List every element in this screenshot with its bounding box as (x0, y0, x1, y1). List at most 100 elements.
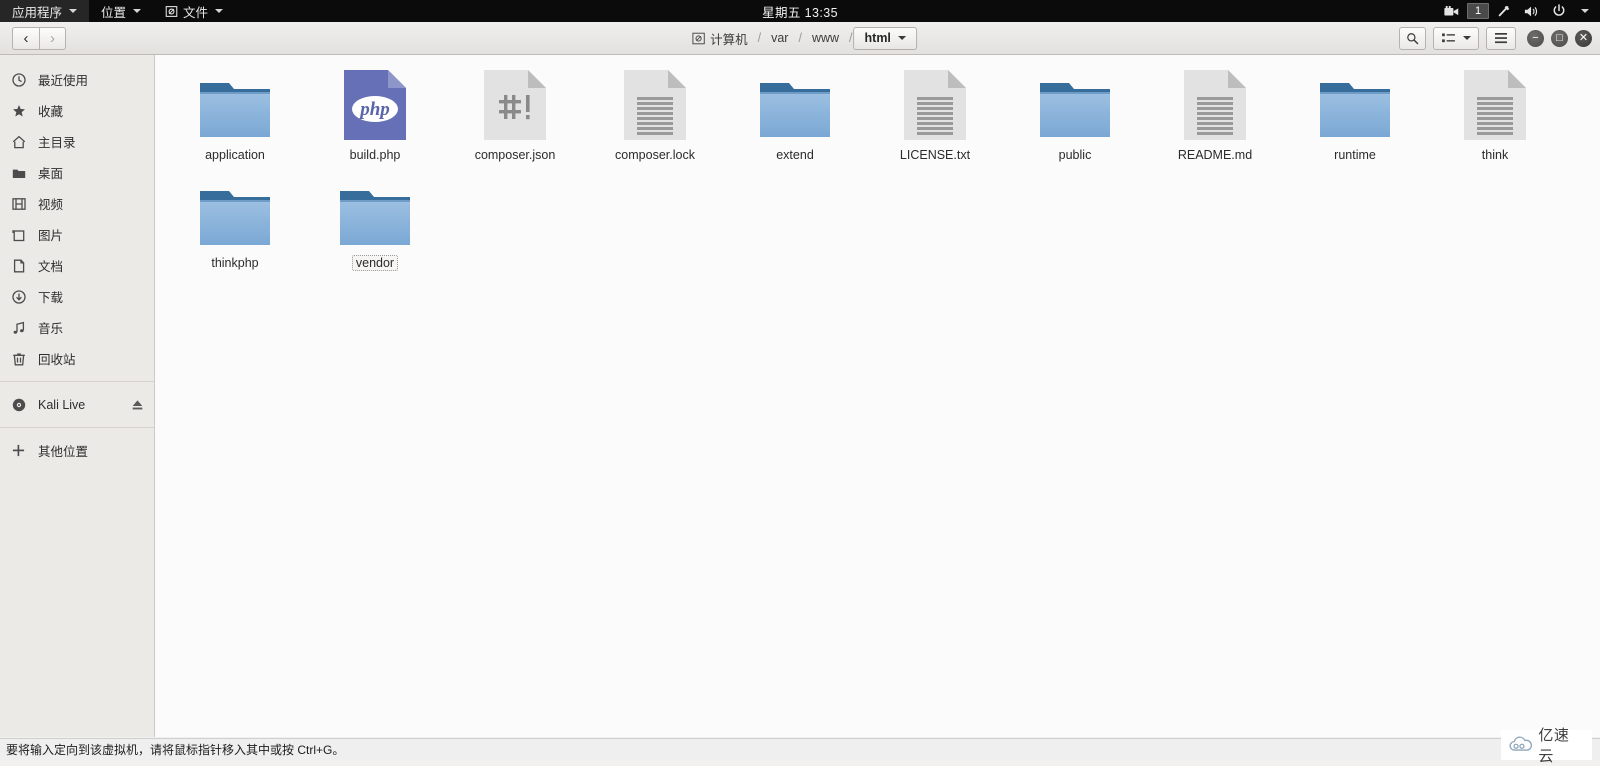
folder-icon (1040, 83, 1110, 137)
header-bar-actions: − □ ✕ (1399, 26, 1592, 50)
file-label: composer.lock (615, 148, 695, 162)
close-button[interactable]: ✕ (1575, 29, 1592, 47)
sidebar-item-downloads[interactable]: 下载 (0, 281, 154, 312)
file-item[interactable]: vendor (305, 169, 445, 277)
folder-icon (760, 83, 830, 137)
watermark: 亿速云 (1501, 727, 1592, 765)
video-camera-icon (1444, 5, 1459, 16)
list-view-icon (1441, 32, 1455, 42)
files-menu[interactable]: 文件 (153, 0, 235, 22)
sidebar-device-list: Kali Live (0, 389, 154, 420)
file-item[interactable]: README.md (1145, 61, 1285, 169)
screencast-button[interactable] (1439, 0, 1464, 22)
disc-icon (10, 398, 27, 412)
network-status-button[interactable] (1492, 0, 1516, 22)
file-item[interactable]: composer.json (445, 61, 585, 169)
sidebar-item-desktop[interactable]: 桌面 (0, 157, 154, 188)
file-item[interactable]: LICENSE.txt (865, 61, 1005, 169)
file-item[interactable]: php build.php (305, 61, 445, 169)
breadcrumb-label: html (864, 31, 891, 45)
file-icon (756, 69, 834, 141)
hamburger-menu-icon (1495, 33, 1507, 44)
sidebar-item-label: 桌面 (38, 167, 64, 181)
breadcrumb-item-var[interactable]: var (762, 27, 797, 50)
file-item[interactable]: public (1005, 61, 1145, 169)
chevron-down-icon (215, 9, 224, 13)
places-menu[interactable]: 位置 (89, 0, 153, 22)
search-icon (1407, 32, 1419, 44)
volume-icon (1524, 6, 1538, 16)
file-icon: php (342, 69, 408, 141)
back-chevron-icon: ‹ (23, 29, 29, 47)
sidebar-item-label: 文档 (38, 260, 64, 274)
workspace-indicator[interactable]: 1 (1467, 3, 1489, 19)
breadcrumb: 计算机 / var / www / html (683, 26, 917, 50)
file-manager-window: ‹ › 计算机 / var / www / html − □ ✕ 最近使用 收藏… (0, 22, 1600, 738)
file-icon (622, 69, 688, 141)
minimize-button[interactable]: − (1527, 29, 1544, 47)
maximize-button[interactable]: □ (1551, 29, 1568, 47)
sidebar-item-videos[interactable]: 视频 (0, 188, 154, 219)
files-menu-label: 文件 (183, 5, 209, 20)
power-icon (1553, 4, 1565, 16)
back-button[interactable]: ‹ (12, 26, 39, 50)
file-item[interactable]: runtime (1285, 61, 1425, 169)
view-mode-button[interactable] (1433, 26, 1479, 50)
file-item[interactable]: application (165, 61, 305, 169)
file-item[interactable]: think (1425, 61, 1565, 169)
sidebar-item-recent[interactable]: 最近使用 (0, 64, 154, 95)
vm-status-message: 要将输入定向到该虚拟机，请将鼠标指针移入其中或按 Ctrl+G。 (6, 743, 345, 757)
file-icon (902, 69, 968, 141)
star-icon (10, 104, 27, 118)
sidebar-item-starred[interactable]: 收藏 (0, 95, 154, 126)
download-icon (10, 289, 27, 304)
file-label: LICENSE.txt (899, 148, 971, 162)
breadcrumb-item-www[interactable]: www (803, 27, 848, 50)
volume-button[interactable] (1519, 0, 1544, 22)
breadcrumb-label: www (811, 31, 840, 45)
file-icon (196, 69, 274, 141)
cloud-icon (1509, 736, 1532, 751)
system-menu-button[interactable] (1574, 0, 1594, 22)
chevron-down-icon (69, 9, 78, 13)
file-label: think (1481, 148, 1509, 162)
sidebar-item-trash[interactable]: 回收站 (0, 343, 154, 374)
main-menu-button[interactable] (1486, 26, 1516, 50)
view-mode-group (1433, 26, 1479, 50)
file-item[interactable]: thinkphp (165, 169, 305, 277)
chevron-down-icon (1581, 9, 1589, 13)
file-icon (196, 177, 274, 249)
document-icon (10, 259, 27, 273)
breadcrumb-item-computer[interactable]: 计算机 (683, 27, 757, 50)
sidebar-item-label: 其他位置 (38, 445, 89, 459)
picture-icon (10, 228, 27, 242)
sidebar-item-documents[interactable]: 文档 (0, 250, 154, 281)
sidebar-item-home[interactable]: 主目录 (0, 126, 154, 157)
file-item[interactable]: composer.lock (585, 61, 725, 169)
eject-icon[interactable] (131, 399, 144, 411)
applications-menu[interactable]: 应用程序 (0, 0, 90, 22)
file-item[interactable]: extend (725, 61, 865, 169)
chevron-down-icon (1462, 36, 1471, 40)
places-sidebar: 最近使用 收藏 主目录 桌面 视频 图片 文档 下载 音乐 回收站 Kali L… (0, 55, 155, 737)
window-body: 最近使用 收藏 主目录 桌面 视频 图片 文档 下载 音乐 回收站 Kali L… (0, 55, 1600, 737)
forward-chevron-icon: › (50, 29, 55, 47)
file-label: build.php (349, 148, 401, 162)
computer-icon (692, 32, 705, 44)
file-view[interactable]: application php build.php composer.json (155, 55, 1600, 737)
breadcrumb-label: 计算机 (710, 32, 748, 47)
panel-tray: 1 (1439, 0, 1594, 22)
file-icon (1316, 69, 1394, 141)
sidebar-item-other-locations[interactable]: 其他位置 (0, 435, 154, 466)
power-button[interactable] (1547, 0, 1571, 22)
php-file-icon: php (344, 70, 406, 140)
sidebar-item-label: 图片 (38, 229, 64, 243)
sidebar-item-pictures[interactable]: 图片 (0, 219, 154, 250)
sidebar-item-label: 视频 (38, 198, 64, 212)
sidebar-item-music[interactable]: 音乐 (0, 312, 154, 343)
sidebar-item-kali-live[interactable]: Kali Live (0, 389, 154, 420)
chevron-down-icon (897, 36, 906, 40)
forward-button[interactable]: › (39, 26, 66, 50)
search-button[interactable] (1399, 26, 1426, 50)
breadcrumb-item-html[interactable]: html (853, 26, 917, 50)
